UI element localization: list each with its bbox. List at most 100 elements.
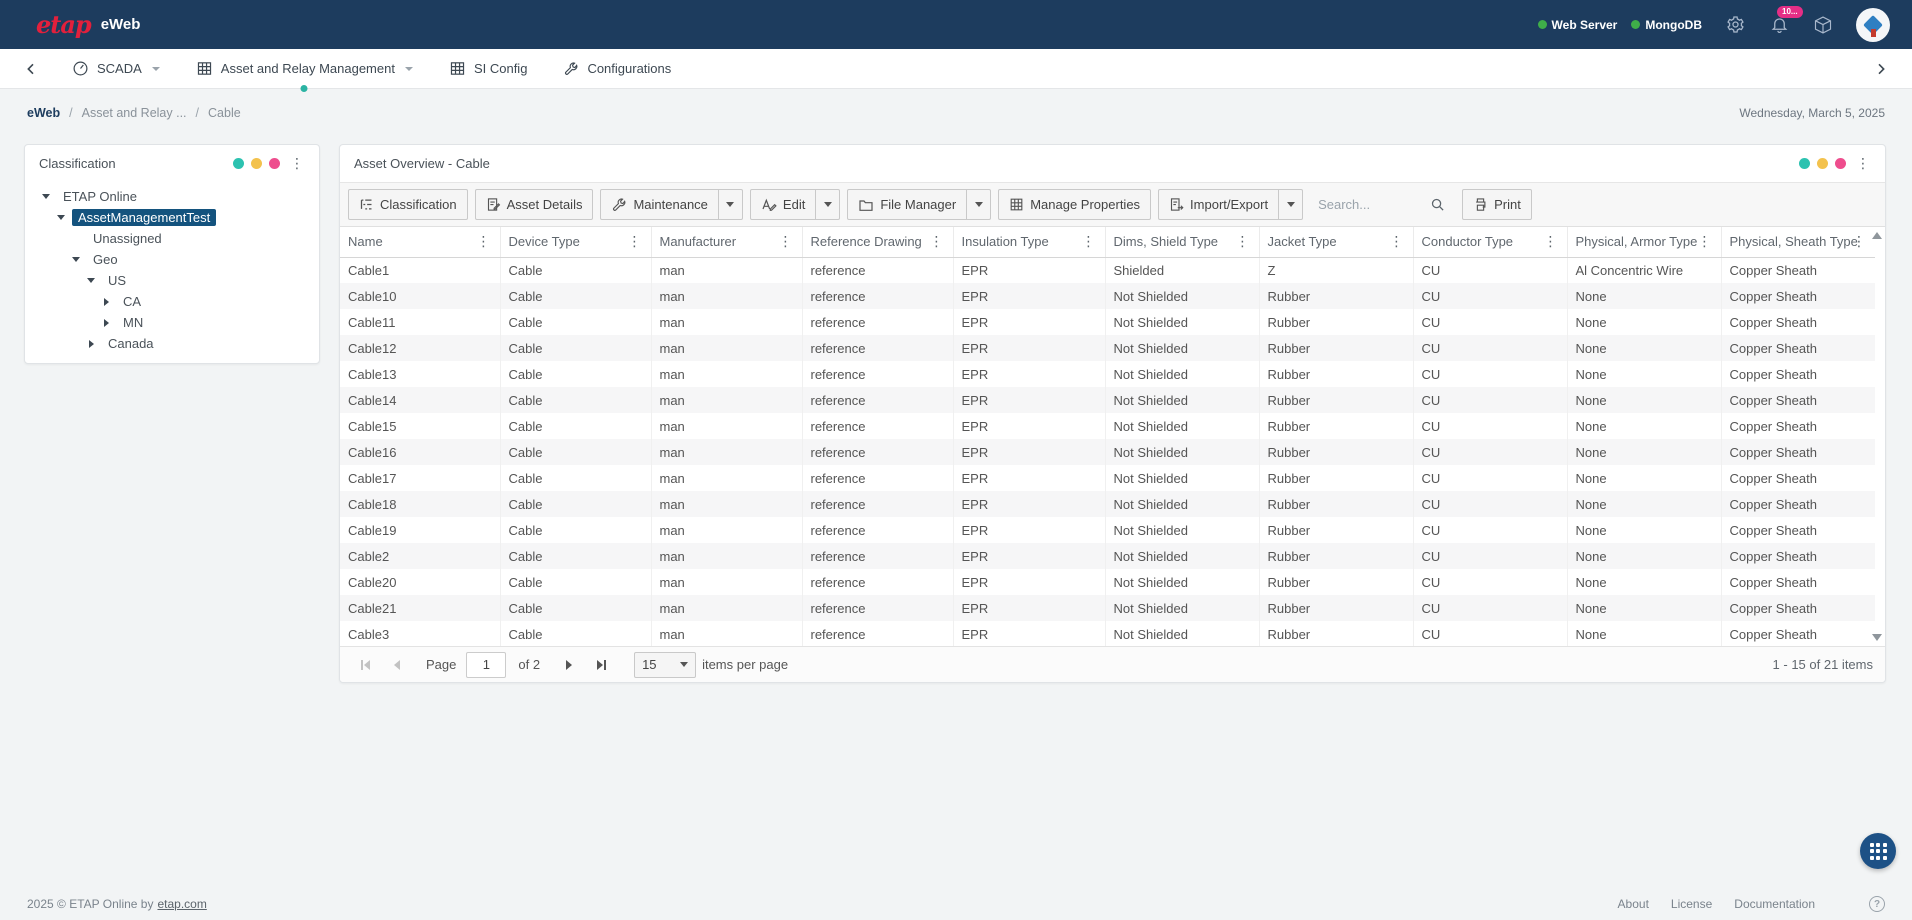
table-row[interactable]: Cable1CablemanreferenceEPRShieldedZCUAl … (340, 257, 1875, 283)
table-row[interactable]: Cable20CablemanreferenceEPRNot ShieldedR… (340, 569, 1875, 595)
column-menu-kebab-icon[interactable]: ⋮ (927, 235, 947, 249)
table-row[interactable]: Cable13CablemanreferenceEPRNot ShieldedR… (340, 361, 1875, 387)
footer-link-about[interactable]: About (1618, 897, 1649, 911)
column-header-manufacturer[interactable]: Manufacturer⋮ (651, 227, 802, 257)
status-label: MongoDB (1645, 18, 1702, 32)
table-cell: EPR (953, 387, 1105, 413)
file-manager-dropdown-button[interactable] (967, 189, 991, 220)
tree-node-canada[interactable]: Canada (33, 333, 311, 354)
manage-properties-button[interactable]: Manage Properties (998, 189, 1151, 220)
column-header-device-type[interactable]: Device Type ⋮ (500, 227, 651, 257)
table-row[interactable]: Cable10CablemanreferenceEPRNot ShieldedR… (340, 283, 1875, 309)
table-row[interactable]: Cable12CablemanreferenceEPRNot ShieldedR… (340, 335, 1875, 361)
notifications-bell-icon[interactable]: 10... (1768, 14, 1790, 36)
breadcrumb-home[interactable]: eWeb (27, 106, 60, 120)
tree-node-label: AssetManagementTest (72, 209, 216, 226)
panel-menu-kebab-icon[interactable]: ⋮ (1853, 157, 1873, 171)
tree-node-etap online[interactable]: ETAP Online (33, 186, 311, 207)
column-header-insulation-type[interactable]: Insulation Type⋮ (953, 227, 1105, 257)
print-button[interactable]: Print (1462, 189, 1532, 220)
column-header-label: Device Type (509, 234, 580, 249)
tree-expanded-icon[interactable] (39, 194, 53, 199)
footer-link-documentation[interactable]: Documentation (1734, 897, 1815, 911)
edit-button[interactable]: Edit (750, 189, 816, 220)
tree-collapsed-icon[interactable] (84, 340, 98, 348)
next-page-button[interactable] (556, 652, 582, 678)
last-page-button[interactable] (588, 652, 614, 678)
column-menu-kebab-icon[interactable]: ⋮ (1387, 235, 1407, 249)
table-row[interactable]: Cable16CablemanreferenceEPRNot ShieldedR… (340, 439, 1875, 465)
tree-expanded-icon[interactable] (54, 215, 68, 220)
file-manager-button[interactable]: File Manager (847, 189, 967, 220)
prev-page-button[interactable] (384, 652, 410, 678)
column-header-reference-drawing[interactable]: Reference Drawing⋮ (802, 227, 953, 257)
tree-expanded-icon[interactable] (84, 278, 98, 283)
panel-dot-pink (269, 158, 280, 169)
footer-link-license[interactable]: License (1671, 897, 1712, 911)
table-row[interactable]: Cable17CablemanreferenceEPRNot ShieldedR… (340, 465, 1875, 491)
maintenance-button[interactable]: Maintenance (600, 189, 718, 220)
page-size-select[interactable]: 15 (634, 652, 696, 678)
table-row[interactable]: Cable21CablemanreferenceEPRNot ShieldedR… (340, 595, 1875, 621)
user-avatar[interactable] (1856, 8, 1890, 42)
apps-cube-icon[interactable] (1812, 14, 1834, 36)
import-export-dropdown-button[interactable] (1279, 189, 1303, 220)
tree-node-mn[interactable]: MN (33, 312, 311, 333)
vertical-scrollbar[interactable] (1871, 229, 1883, 644)
column-header-dims-shield-type[interactable]: Dims, Shield Type⋮ (1105, 227, 1259, 257)
tree-node-us[interactable]: US (33, 270, 311, 291)
table-row[interactable]: Cable14CablemanreferenceEPRNot ShieldedR… (340, 387, 1875, 413)
column-menu-kebab-icon[interactable]: ⋮ (1695, 235, 1715, 249)
asset-details-button[interactable]: Asset Details (475, 189, 594, 220)
app-launcher-button[interactable] (1860, 833, 1896, 869)
column-header-jacket-type[interactable]: Jacket Type⋮ (1259, 227, 1413, 257)
table-cell: CU (1413, 387, 1567, 413)
nav-forward-chevron-icon[interactable] (1868, 56, 1894, 82)
search-input[interactable] (1318, 197, 1428, 212)
column-header-physical-armor-type[interactable]: Physical, Armor Type⋮ (1567, 227, 1721, 257)
panel-menu-kebab-icon[interactable]: ⋮ (287, 157, 307, 171)
breadcrumb-middle[interactable]: Asset and Relay ... (82, 106, 187, 120)
nav-item-asset-and-relay-management[interactable]: Asset and Relay Management (182, 49, 427, 89)
column-menu-kebab-icon[interactable]: ⋮ (1849, 235, 1869, 249)
classification-button[interactable]: Classification (348, 189, 468, 220)
table-cell: Cable (500, 543, 651, 569)
help-icon[interactable]: ? (1869, 896, 1885, 912)
nav-item-scada[interactable]: SCADA (58, 49, 174, 89)
search-icon[interactable] (1430, 197, 1445, 212)
table-row[interactable]: Cable15CablemanreferenceEPRNot ShieldedR… (340, 413, 1875, 439)
table-row[interactable]: Cable19CablemanreferenceEPRNot ShieldedR… (340, 517, 1875, 543)
page-number-input[interactable] (466, 652, 506, 678)
tree-node-unassigned[interactable]: Unassigned (33, 228, 311, 249)
scroll-down-icon[interactable] (1872, 634, 1882, 641)
column-menu-kebab-icon[interactable]: ⋮ (474, 235, 494, 249)
first-page-button[interactable] (352, 652, 378, 678)
tree-expanded-icon[interactable] (69, 257, 83, 262)
settings-gear-icon[interactable] (1724, 14, 1746, 36)
column-menu-kebab-icon[interactable]: ⋮ (1541, 235, 1561, 249)
nav-item-configurations[interactable]: Configurations (549, 49, 685, 89)
column-header-physical-sheath-type[interactable]: Physical, Sheath Type⋮ (1721, 227, 1875, 257)
scroll-up-icon[interactable] (1872, 232, 1882, 239)
table-row[interactable]: Cable3CablemanreferenceEPRNot ShieldedRu… (340, 621, 1875, 646)
column-menu-kebab-icon[interactable]: ⋮ (625, 235, 645, 249)
column-menu-kebab-icon[interactable]: ⋮ (776, 235, 796, 249)
table-row[interactable]: Cable18CablemanreferenceEPRNot ShieldedR… (340, 491, 1875, 517)
tree-node-assetmanagementtest[interactable]: AssetManagementTest (33, 207, 311, 228)
tree-node-geo[interactable]: Geo (33, 249, 311, 270)
column-header-name[interactable]: Name⋮ (340, 227, 500, 257)
column-header-conductor-type[interactable]: Conductor Type⋮ (1413, 227, 1567, 257)
column-menu-kebab-icon[interactable]: ⋮ (1079, 235, 1099, 249)
table-row[interactable]: Cable2CablemanreferenceEPRNot ShieldedRu… (340, 543, 1875, 569)
maintenance-dropdown-button[interactable] (719, 189, 743, 220)
tree-node-ca[interactable]: CA (33, 291, 311, 312)
import-export-button[interactable]: Import/Export (1158, 189, 1279, 220)
table-row[interactable]: Cable11CablemanreferenceEPRNot ShieldedR… (340, 309, 1875, 335)
nav-item-si-config[interactable]: SI Config (435, 49, 541, 89)
edit-dropdown-button[interactable] (816, 189, 840, 220)
etap-com-link[interactable]: etap.com (157, 897, 206, 911)
tree-collapsed-icon[interactable] (99, 319, 113, 327)
tree-collapsed-icon[interactable] (99, 298, 113, 306)
nav-back-chevron-icon[interactable] (18, 56, 44, 82)
column-menu-kebab-icon[interactable]: ⋮ (1233, 235, 1253, 249)
